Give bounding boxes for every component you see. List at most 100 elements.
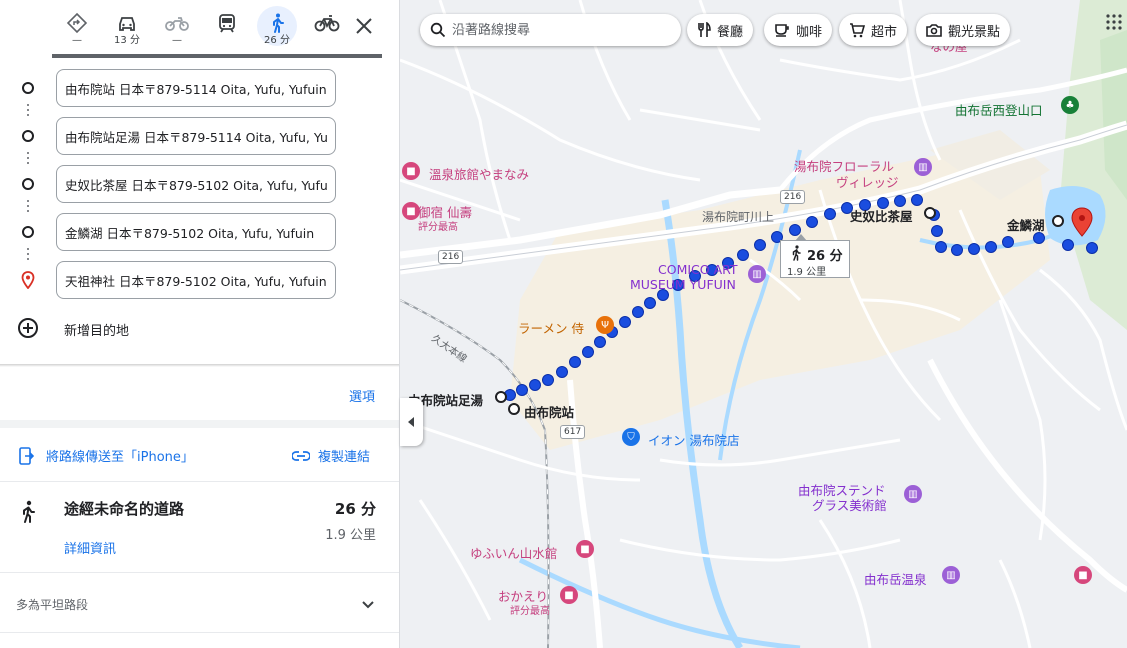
map-label-comico[interactable]: COMICO ART bbox=[658, 262, 738, 277]
stop-row bbox=[0, 212, 399, 260]
stop-input-2[interactable] bbox=[56, 117, 336, 155]
destination-pin-icon bbox=[21, 271, 35, 289]
add-destination-button[interactable]: 新增目的地 bbox=[0, 310, 399, 350]
stop-marker-ashiyu bbox=[495, 391, 507, 403]
road-shield-216: 216 bbox=[438, 250, 464, 264]
map-label-ramen[interactable]: ラーメン 侍 bbox=[518, 318, 584, 337]
stop-circle-icon bbox=[22, 178, 34, 190]
collapse-panel-button[interactable] bbox=[400, 398, 423, 446]
car-icon bbox=[119, 17, 135, 31]
add-destination-label: 新增目的地 bbox=[64, 324, 130, 339]
map-label-trailhead[interactable]: 由布岳西登山口 bbox=[955, 100, 1043, 119]
stop-row bbox=[0, 68, 399, 116]
route-search-input[interactable] bbox=[452, 20, 672, 40]
road-shield-617: 617 bbox=[560, 425, 586, 439]
museum-icon[interactable]: ▥ bbox=[914, 158, 932, 176]
map-label-yamanami[interactable]: 溫泉旅館やまなみ bbox=[429, 164, 529, 183]
mode-label: — bbox=[172, 35, 182, 46]
search-icon bbox=[430, 22, 446, 38]
mode-label: — bbox=[72, 35, 82, 46]
route-details-link[interactable]: 詳細資訊 bbox=[64, 538, 116, 557]
map-label-sansuikan[interactable]: ゆふいん山水館 bbox=[470, 543, 557, 562]
stop-circle-icon bbox=[22, 130, 34, 142]
terrain-row[interactable]: 多為平坦路段 bbox=[0, 584, 399, 624]
hotel-icon[interactable]: ■ bbox=[560, 586, 578, 604]
mode-walking[interactable]: 26 分 bbox=[252, 6, 302, 54]
section-shadow bbox=[0, 364, 399, 367]
stop-row bbox=[0, 260, 399, 308]
map-canvas[interactable]: 餐廳 咖啡 超市 觀光景點 なの屋 ■ 溫泉旅館やまなみ ■ 御宿 仙壽 評分最… bbox=[400, 0, 1127, 648]
link-icon bbox=[292, 450, 310, 461]
shopping-icon[interactable]: ⛉ bbox=[622, 428, 640, 446]
chip-label: 餐廳 bbox=[717, 24, 744, 40]
map-label-snoopy[interactable]: 史奴比茶屋 bbox=[850, 206, 913, 225]
directions-panel: — 13 分 — 26 分 由布院站 日本〒879-5114 Oita, Yuf… bbox=[0, 0, 400, 648]
chip-supermarkets[interactable]: 超市 bbox=[839, 14, 908, 46]
travel-mode-selector: — 13 分 — 26 分 bbox=[52, 6, 382, 54]
hotel-icon[interactable]: ■ bbox=[1074, 566, 1092, 584]
train-icon bbox=[219, 14, 235, 33]
stop-input-1[interactable] bbox=[56, 69, 336, 107]
route-stops bbox=[0, 68, 399, 308]
route-duration-callout[interactable]: 26 分 1.9 公里 bbox=[780, 240, 850, 278]
coffee-icon bbox=[775, 24, 789, 37]
restaurant-icon[interactable]: Ψ bbox=[596, 316, 614, 334]
callout-duration: 26 分 bbox=[807, 249, 843, 264]
route-option[interactable]: 途經未命名的道路 26 分 1.9 公里 詳細資訊 bbox=[0, 484, 399, 572]
map-label-floral-2[interactable]: ヴィレッジ bbox=[836, 172, 899, 191]
options-button[interactable]: 選項 bbox=[349, 386, 375, 405]
copy-link-button[interactable]: 複製連結 bbox=[292, 446, 370, 465]
add-icon bbox=[18, 318, 38, 338]
map-label-yufudake-onsen[interactable]: 由布岳温泉 bbox=[864, 569, 927, 588]
close-directions-button[interactable] bbox=[352, 14, 376, 38]
stop-input-3[interactable] bbox=[56, 165, 336, 203]
chip-restaurants[interactable]: 餐廳 bbox=[687, 14, 754, 46]
section-divider bbox=[0, 420, 399, 428]
best-route-icon bbox=[66, 12, 88, 34]
chip-label: 觀光景點 bbox=[948, 24, 1001, 40]
route-title: 途經未命名的道路 bbox=[64, 500, 185, 518]
hotel-icon[interactable]: ■ bbox=[402, 162, 420, 180]
map-label-kinrinko[interactable]: 金鱗湖 bbox=[1007, 215, 1045, 234]
map-label-stained-glass-2[interactable]: グラス美術館 bbox=[812, 495, 887, 514]
onsen-icon[interactable]: ▥ bbox=[942, 566, 960, 584]
bicycle-icon bbox=[314, 15, 340, 32]
mode-cycling[interactable] bbox=[302, 10, 352, 54]
road-shield-216: 216 bbox=[780, 190, 806, 204]
route-distance: 1.9 公里 bbox=[325, 528, 376, 543]
stop-row bbox=[0, 164, 399, 212]
apps-grid-icon[interactable] bbox=[1106, 14, 1122, 30]
close-icon bbox=[356, 18, 372, 34]
stop-input-5[interactable] bbox=[56, 261, 336, 299]
motorcycle-icon bbox=[165, 17, 189, 31]
map-label-okaeri-rating: 評分最高 bbox=[510, 606, 550, 617]
hotel-icon[interactable]: ■ bbox=[576, 540, 594, 558]
chip-label: 超市 bbox=[871, 24, 898, 40]
mode-best-route[interactable]: — bbox=[52, 10, 102, 54]
map-label-station[interactable]: 由布院站 bbox=[524, 402, 574, 421]
chip-attractions[interactable]: 觀光景點 bbox=[916, 14, 1011, 46]
walking-icon bbox=[23, 500, 35, 523]
museum-icon[interactable]: ▥ bbox=[748, 265, 766, 283]
mode-motorcycle[interactable]: — bbox=[152, 10, 202, 54]
chip-coffee[interactable]: 咖啡 bbox=[764, 14, 833, 46]
stop-input-4[interactable] bbox=[56, 213, 336, 251]
cart-icon bbox=[850, 23, 865, 38]
map-label-comico-2[interactable]: MUSEUM YUFUIN bbox=[630, 277, 736, 292]
chevron-down-icon bbox=[362, 601, 374, 609]
museum-icon[interactable]: ▥ bbox=[904, 485, 922, 503]
divider bbox=[0, 481, 399, 482]
park-icon[interactable]: ♣ bbox=[1061, 96, 1079, 114]
stop-circle-icon bbox=[22, 82, 34, 94]
mode-transit[interactable] bbox=[202, 10, 252, 54]
stop-circle-icon bbox=[22, 226, 34, 238]
send-to-phone-button[interactable]: 將路線傳送至「iPhone」 bbox=[18, 446, 194, 465]
stop-marker-station bbox=[508, 403, 520, 415]
route-search-box bbox=[420, 14, 681, 46]
restaurant-icon bbox=[698, 22, 711, 37]
route-duration: 26 分 bbox=[334, 500, 376, 518]
map-label-aeon[interactable]: イオン 湯布院店 bbox=[648, 430, 739, 449]
camera-icon bbox=[926, 24, 942, 37]
divider bbox=[0, 572, 399, 573]
mode-driving[interactable]: 13 分 bbox=[102, 10, 152, 54]
